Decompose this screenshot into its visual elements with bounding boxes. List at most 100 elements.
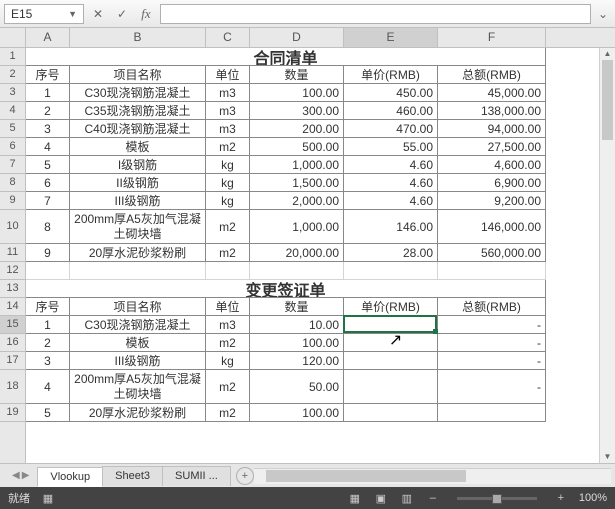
cell[interactable]: 模板 [70,334,206,352]
cell[interactable] [70,262,206,280]
row-header-7[interactable]: 7 [0,156,25,174]
cell[interactable]: 4,600.00 [438,156,546,174]
col-header-B[interactable]: B [70,28,206,47]
select-all-corner[interactable] [0,28,26,48]
cell[interactable]: 27,500.00 [438,138,546,156]
cell[interactable] [344,316,438,334]
cells-area[interactable]: 合同清单序号项目名称单位数量单价(RMB)总额(RMB)1C30现浇钢筋混凝土m… [26,48,615,463]
cell[interactable]: 合同清单 [26,48,546,66]
cell[interactable]: 6 [26,174,70,192]
formula-input[interactable] [160,4,591,24]
cell[interactable]: 5 [26,404,70,422]
cell[interactable]: C35现浇钢筋混凝土 [70,102,206,120]
macro-record-icon[interactable]: ▦ [40,492,56,505]
cell[interactable]: 100.00 [250,84,344,102]
cell[interactable]: 项目名称 [70,298,206,316]
cell[interactable]: 55.00 [344,138,438,156]
cell[interactable]: 10.00 [250,316,344,334]
row-header-12[interactable]: 12 [0,262,25,280]
row-header-14[interactable]: 14 [0,298,25,316]
col-header-F[interactable]: F [438,28,546,47]
cell[interactable]: 200.00 [250,120,344,138]
cell[interactable]: 50.00 [250,370,344,404]
cell[interactable]: 146,000.00 [438,210,546,244]
cell[interactable]: 5 [26,156,70,174]
cell[interactable]: II级钢筋 [70,174,206,192]
sheet-tab[interactable]: SUMII ... [162,466,231,486]
row-header-17[interactable]: 17 [0,352,25,370]
cell[interactable]: 9 [26,244,70,262]
fx-icon[interactable]: fx [136,4,156,24]
row-header-9[interactable]: 9 [0,192,25,210]
cell[interactable]: 4 [26,138,70,156]
cell[interactable]: 100.00 [250,334,344,352]
cell[interactable]: III级钢筋 [70,192,206,210]
col-header-E[interactable]: E [344,28,438,47]
cell[interactable]: C30现浇钢筋混凝土 [70,316,206,334]
row-header-11[interactable]: 11 [0,244,25,262]
horizontal-scrollbar[interactable] [254,468,611,484]
cell[interactable]: 1,500.00 [250,174,344,192]
cell[interactable]: - [438,352,546,370]
cell[interactable]: 45,000.00 [438,84,546,102]
cell[interactable]: 3 [26,352,70,370]
cell[interactable]: III级钢筋 [70,352,206,370]
zoom-slider[interactable] [457,497,537,500]
cell[interactable]: kg [206,352,250,370]
cell[interactable] [344,334,438,352]
chevron-down-icon[interactable]: ▼ [68,9,77,19]
cell[interactable] [344,404,438,422]
scroll-up-icon[interactable]: ▲ [600,48,615,60]
cell[interactable]: 560,000.00 [438,244,546,262]
cell[interactable]: 1 [26,316,70,334]
cell[interactable]: kg [206,192,250,210]
cell[interactable]: 138,000.00 [438,102,546,120]
cell[interactable]: 项目名称 [70,66,206,84]
cell[interactable]: 100.00 [250,404,344,422]
view-normal-icon[interactable]: ▦ [347,492,363,505]
cell[interactable]: 单价(RMB) [344,298,438,316]
row-header-10[interactable]: 10 [0,210,25,244]
cell[interactable]: 200mm厚A5灰加气混凝土砌块墙 [70,210,206,244]
cancel-formula-icon[interactable]: ✕ [88,4,108,24]
cell[interactable]: 9,200.00 [438,192,546,210]
cell[interactable]: 460.00 [344,102,438,120]
cell[interactable]: 2 [26,102,70,120]
cell[interactable]: 1,000.00 [250,210,344,244]
tab-prev-icon[interactable]: ◀ [12,470,20,481]
scroll-down-icon[interactable]: ▼ [600,451,615,463]
vertical-scrollbar[interactable]: ▲ ▼ [599,48,615,463]
tab-nav[interactable]: ◀▶ [4,470,37,481]
cell[interactable]: 2 [26,334,70,352]
cell[interactable]: 3 [26,120,70,138]
cell[interactable]: m2 [206,404,250,422]
col-header-C[interactable]: C [206,28,250,47]
cell[interactable] [344,352,438,370]
cell[interactable]: 变更签证单 [26,280,546,298]
zoom-level[interactable]: 100% [579,492,607,504]
cell[interactable]: - [438,316,546,334]
row-header-3[interactable]: 3 [0,84,25,102]
cell[interactable]: 20厚水泥砂浆粉刷 [70,244,206,262]
cell[interactable] [438,404,546,422]
cell[interactable]: m2 [206,334,250,352]
cell[interactable]: 450.00 [344,84,438,102]
cell[interactable]: C40现浇钢筋混凝土 [70,120,206,138]
cell[interactable]: 94,000.00 [438,120,546,138]
cell[interactable]: m3 [206,120,250,138]
add-sheet-button[interactable]: + [236,467,254,485]
row-header-4[interactable]: 4 [0,102,25,120]
row-header-6[interactable]: 6 [0,138,25,156]
row-header-2[interactable]: 2 [0,66,25,84]
cell[interactable]: 20厚水泥砂浆粉刷 [70,404,206,422]
cell[interactable]: 6,900.00 [438,174,546,192]
cell[interactable]: 单位 [206,298,250,316]
cell[interactable]: 20,000.00 [250,244,344,262]
cell[interactable] [344,262,438,280]
cell[interactable]: 总额(RMB) [438,298,546,316]
cell[interactable]: 序号 [26,298,70,316]
name-box[interactable]: E15 ▼ [4,4,84,24]
col-header-D[interactable]: D [250,28,344,47]
tab-next-icon[interactable]: ▶ [22,470,30,481]
row-header-13[interactable]: 13 [0,280,25,298]
